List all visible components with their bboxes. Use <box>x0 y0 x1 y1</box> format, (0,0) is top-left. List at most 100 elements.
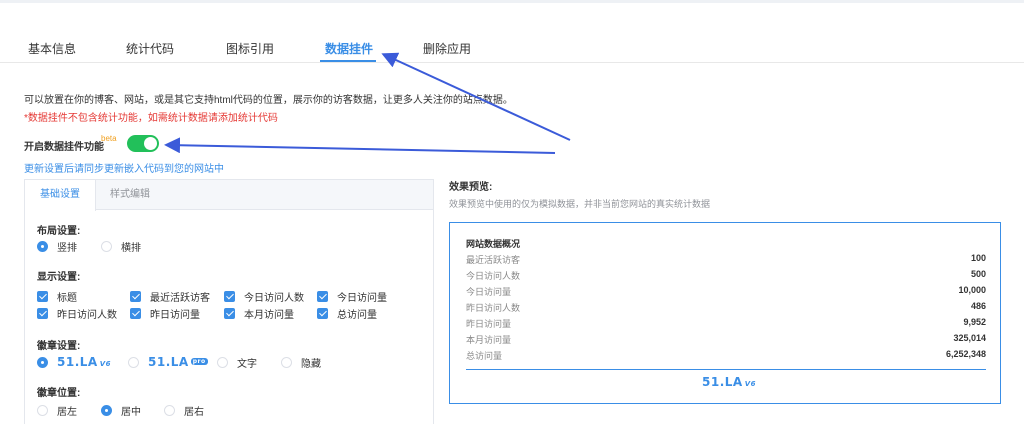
checkbox <box>317 308 328 319</box>
settings-tab-bar: 基础设置 样式编辑 <box>25 180 433 211</box>
badge-hide-radio[interactable]: 隐藏 <box>281 355 321 370</box>
stat-row: 本月访问量 325,014 <box>466 333 986 349</box>
display-checkbox-recent-visitors[interactable]: 最近活跃访客 <box>130 289 210 304</box>
radio-dot <box>37 356 48 368</box>
tab-data-widget[interactable]: 数据挂件 <box>325 40 373 57</box>
radio-dot <box>164 405 175 416</box>
display-checkbox-total-views[interactable]: 总访问量 <box>317 306 377 321</box>
settings-panel: 基础设置 样式编辑 布局设置: 竖排 横排 显示设置: 标题 最近活跃访客 今日… <box>24 179 434 424</box>
stat-row: 昨日访问量 9,952 <box>466 317 986 333</box>
display-checkbox-today-views[interactable]: 今日访问量 <box>317 289 387 304</box>
checkbox-label: 本月访问量 <box>244 310 294 321</box>
stat-row: 今日访问人数 500 <box>466 269 986 285</box>
stat-value: 6,252,348 <box>945 349 986 359</box>
radio-label: 横排 <box>121 243 141 254</box>
tab-bar: 基本信息 统计代码 图标引用 数据挂件 删除应用 <box>0 0 1024 63</box>
display-checkbox-title[interactable]: 标题 <box>37 289 77 304</box>
checkbox-label: 标题 <box>57 293 77 304</box>
widget-warning: *数据挂件不包含统计功能，如需统计数据请添加统计代码 <box>24 113 278 124</box>
stat-value: 325,014 <box>953 333 986 343</box>
checkbox-label: 最近活跃访客 <box>150 293 210 304</box>
checkbox-label: 今日访问人数 <box>244 293 304 304</box>
position-left-radio[interactable]: 居左 <box>37 403 77 418</box>
radio-dot <box>217 357 228 368</box>
radio-label: 居右 <box>184 407 204 418</box>
position-right-radio[interactable]: 居右 <box>164 403 204 418</box>
tab-icon-reference[interactable]: 图标引用 <box>226 40 274 57</box>
stat-row: 最近活跃访客 100 <box>466 253 986 269</box>
display-checkbox-month-views[interactable]: 本月访问量 <box>224 306 294 321</box>
radio-label: 居左 <box>57 407 77 418</box>
layout-settings-title: 布局设置: <box>37 226 81 237</box>
checkbox-label: 今日访问量 <box>337 293 387 304</box>
51la-v6-logo: 51.LA V6 <box>702 375 756 389</box>
display-checkbox-today-visitors[interactable]: 今日访问人数 <box>224 289 304 304</box>
stat-label: 今日访问人数 <box>466 271 521 281</box>
stat-value: 500 <box>970 269 986 279</box>
badge-settings-title: 徽章设置: <box>37 341 81 352</box>
radio-dot <box>37 241 48 252</box>
preview-subtitle: 效果预览中使用的仅为模拟数据，并非当前您网站的真实统计数据 <box>449 199 711 209</box>
display-settings-title: 显示设置: <box>37 272 81 283</box>
checkbox <box>224 291 235 302</box>
checkbox <box>317 291 328 302</box>
tab-basic-settings[interactable]: 基础设置 <box>25 180 96 211</box>
checkbox <box>37 291 48 302</box>
badge-text-radio[interactable]: 文字 <box>217 355 257 370</box>
stat-value: 10,000 <box>958 285 986 295</box>
widget-preview-title: 网站数据概况 <box>466 239 521 249</box>
display-checkbox-yesterday-visitors[interactable]: 昨日访问人数 <box>37 306 117 321</box>
checkbox <box>130 291 141 302</box>
display-checkbox-yesterday-views[interactable]: 昨日访问量 <box>130 306 200 321</box>
radio-label: 文字 <box>237 359 257 370</box>
radio-label: 隐藏 <box>301 359 321 370</box>
radio-label: 居中 <box>121 407 141 418</box>
sync-code-link[interactable]: 更新设置后请同步更新嵌入代码到您的网站中 <box>24 160 224 175</box>
stat-row: 今日访问量 10,000 <box>466 285 986 301</box>
stat-label: 昨日访问人数 <box>466 303 521 313</box>
stat-label: 昨日访问量 <box>466 319 512 329</box>
stat-row: 昨日访问人数 486 <box>466 301 986 317</box>
layout-vertical-radio[interactable]: 竖排 <box>37 239 77 254</box>
active-tab-indicator <box>320 60 376 62</box>
checkbox-label: 昨日访问量 <box>150 310 200 321</box>
badge-position-title: 徽章位置: <box>37 388 81 399</box>
preview-title: 效果预览: <box>449 182 493 193</box>
checkbox <box>130 308 141 319</box>
radio-dot <box>101 405 112 416</box>
widget-switch-label: 开启数据挂件功能 <box>24 142 104 153</box>
position-center-radio[interactable]: 居中 <box>101 403 141 418</box>
stat-value: 9,952 <box>963 317 986 327</box>
radio-dot <box>281 357 292 368</box>
checkbox-label: 总访问量 <box>337 310 377 321</box>
checkbox <box>224 308 235 319</box>
tab-style-edit[interactable]: 样式编辑 <box>95 180 165 210</box>
badge-v6-radio[interactable]: 51.LA V6 <box>37 355 111 369</box>
radio-dot <box>101 241 112 252</box>
radio-label: 竖排 <box>57 243 77 254</box>
beta-badge: beta <box>101 134 117 143</box>
badge-pro-radio[interactable]: 51.LA pro <box>128 355 208 369</box>
51la-pro-logo: 51.LA pro <box>148 355 208 369</box>
toggle-knob <box>144 137 157 150</box>
stat-label: 今日访问量 <box>466 287 512 297</box>
checkbox <box>37 308 48 319</box>
stat-label: 总访问量 <box>466 351 503 361</box>
widget-enable-toggle[interactable] <box>127 135 159 152</box>
arrow-to-switch <box>164 137 556 154</box>
widget-description: 可以放置在你的博客、网站，或是其它支持html代码的位置，展示你的访客数据，让更… <box>24 95 513 106</box>
radio-dot <box>128 356 139 368</box>
tab-delete-app[interactable]: 删除应用 <box>423 40 471 57</box>
checkbox-label: 昨日访问人数 <box>57 310 117 321</box>
stat-value: 486 <box>970 301 986 311</box>
stat-label: 最近活跃访客 <box>466 255 521 265</box>
stat-value: 100 <box>970 253 986 263</box>
51la-v6-logo: 51.LA V6 <box>57 355 111 369</box>
layout-horizontal-radio[interactable]: 横排 <box>101 239 141 254</box>
widget-divider <box>466 369 986 370</box>
widget-preview: 网站数据概况 最近活跃访客 100 今日访问人数 500 今日访问量 10,00… <box>449 222 1001 404</box>
tab-basic-info[interactable]: 基本信息 <box>28 40 76 57</box>
tab-tracking-code[interactable]: 统计代码 <box>126 40 174 57</box>
radio-dot <box>37 405 48 416</box>
stat-row: 总访问量 6,252,348 <box>466 349 986 365</box>
